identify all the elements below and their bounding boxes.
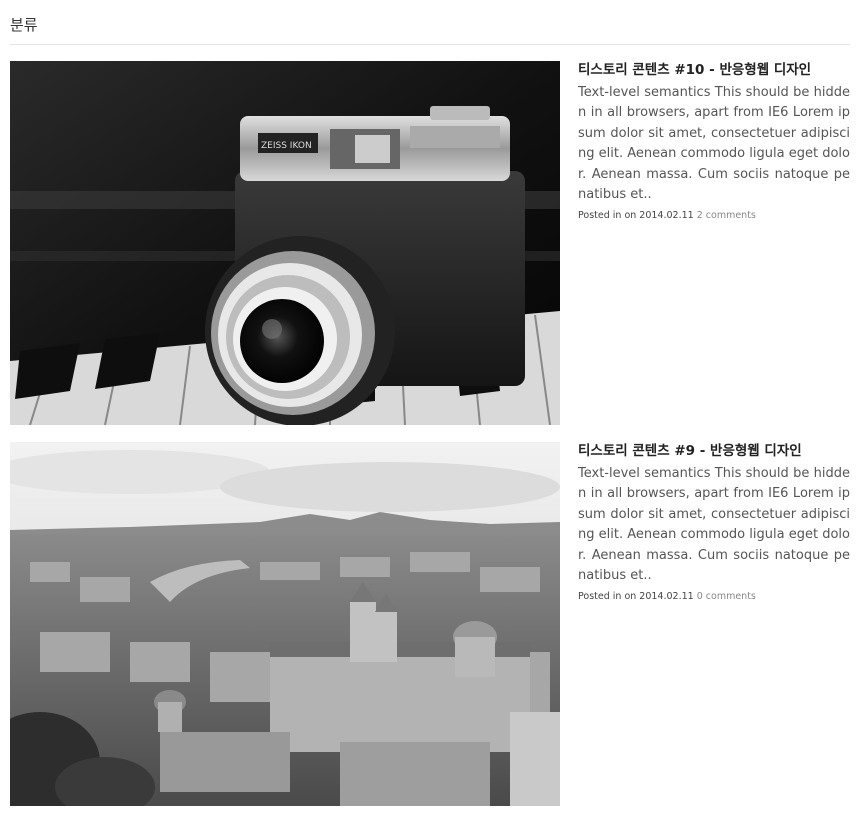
post-body: 티스토리 콘텐츠 #10 - 반응형웹 디자인 Text-level seman… xyxy=(578,61,850,221)
post-item: 티스토리 콘텐츠 #9 - 반응형웹 디자인 Text-level semant… xyxy=(10,442,850,806)
post-meta: Posted in on 2014.02.11 0 comments xyxy=(578,591,850,602)
post-title-link[interactable]: 티스토리 콘텐츠 #10 - 반응형웹 디자인 xyxy=(578,61,850,79)
post-body: 티스토리 콘텐츠 #9 - 반응형웹 디자인 Text-level semant… xyxy=(578,442,850,602)
post-title-link[interactable]: 티스토리 콘텐츠 #9 - 반응형웹 디자인 xyxy=(578,442,850,460)
header-divider xyxy=(10,44,850,45)
post-date: Posted in on 2014.02.11 xyxy=(578,210,694,222)
post-meta: Posted in on 2014.02.11 2 comments xyxy=(578,210,850,221)
post-excerpt: Text-level semantics This should be hidd… xyxy=(578,85,850,203)
post-date: Posted in on 2014.02.11 xyxy=(578,591,694,603)
post-thumbnail[interactable] xyxy=(10,442,560,806)
post-excerpt: Text-level semantics This should be hidd… xyxy=(578,466,850,584)
category-title: 분류 xyxy=(10,16,38,34)
comments-link[interactable]: 2 comments xyxy=(697,210,756,221)
city-photo xyxy=(10,442,560,806)
camera-photo: ZEISS IKON xyxy=(10,61,560,425)
comments-link[interactable]: 0 comments xyxy=(697,591,756,602)
post-thumbnail[interactable]: ZEISS IKON xyxy=(10,61,560,425)
post-item: ZEISS IKON 티스토리 콘텐츠 #10 - 반응형웹 디자인 Text-… xyxy=(10,61,850,425)
camera-brand-lettering: ZEISS IKON xyxy=(261,141,312,151)
